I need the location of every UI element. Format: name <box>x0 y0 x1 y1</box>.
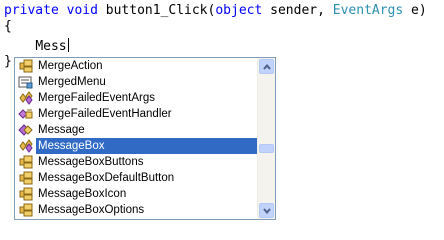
completion-item[interactable]: MergeFailedEventArgs <box>15 90 260 106</box>
completion-item-label: MessageBoxDefaultButton <box>38 172 175 184</box>
struct-icon <box>18 123 34 137</box>
enum-icon <box>18 171 34 185</box>
enum-icon <box>18 203 34 217</box>
code-line-3[interactable]: Mess <box>4 38 69 55</box>
keyword-private: private <box>4 3 59 18</box>
chevron-down-icon <box>263 208 271 214</box>
enum-icon <box>18 59 34 73</box>
completion-item[interactable]: MessageBox <box>15 138 260 154</box>
completion-item-label: MergeAction <box>38 60 103 72</box>
completion-item-label: MessageBox <box>38 140 105 152</box>
completion-item[interactable]: MergedMenu <box>15 74 260 90</box>
chevron-up-icon <box>263 64 271 70</box>
method-name: button1_Click( <box>105 3 216 18</box>
completion-item-label: Message <box>38 124 85 136</box>
completion-item-label: MessageBoxOptions <box>38 204 145 216</box>
completion-item[interactable]: MessageBoxDefaultButton <box>15 170 260 186</box>
property-icon <box>18 75 34 89</box>
scroll-up-button[interactable] <box>259 59 274 74</box>
delegate-icon <box>18 107 34 121</box>
completion-item[interactable]: MessageBoxIcon <box>15 186 260 202</box>
completion-item[interactable]: MergeFailedEventHandler <box>15 106 260 122</box>
completion-item[interactable]: MessageBoxOptions <box>15 202 260 218</box>
text-caret <box>67 38 69 52</box>
type-eventargs: EventArgs <box>332 3 404 18</box>
enum-icon <box>18 155 34 169</box>
completion-item-label: MessageBoxButtons <box>38 156 144 168</box>
completion-item[interactable]: MessageBoxButtons <box>15 154 260 170</box>
keyword-void: void <box>66 3 98 18</box>
scroll-thumb[interactable] <box>259 144 274 153</box>
param-e: e) <box>411 3 427 18</box>
completion-item[interactable]: MergeAction <box>15 58 260 74</box>
code-line-4: } <box>4 54 12 69</box>
code-line-2: { <box>4 19 12 34</box>
scroll-down-button[interactable] <box>259 203 274 218</box>
completion-item-label: MergeFailedEventHandler <box>38 108 172 120</box>
scrollbar[interactable] <box>257 58 275 219</box>
completion-item-label: MessageBoxIcon <box>38 188 127 200</box>
typed-text: Mess <box>35 39 67 54</box>
param-sender: sender, <box>270 3 325 18</box>
completion-item[interactable]: Message <box>15 122 260 138</box>
completion-item-label: MergeFailedEventArgs <box>38 92 155 104</box>
completion-item-label: MergedMenu <box>38 76 106 88</box>
intellisense-popup[interactable]: MergeAction MergedMenu MergeFailedEventArg… <box>14 57 276 220</box>
enum-icon <box>18 187 34 201</box>
code-line-1: private void button1_Click(object sender… <box>4 3 427 19</box>
class-icon <box>18 91 34 105</box>
keyword-object: object <box>215 3 263 18</box>
class-icon <box>18 139 34 153</box>
